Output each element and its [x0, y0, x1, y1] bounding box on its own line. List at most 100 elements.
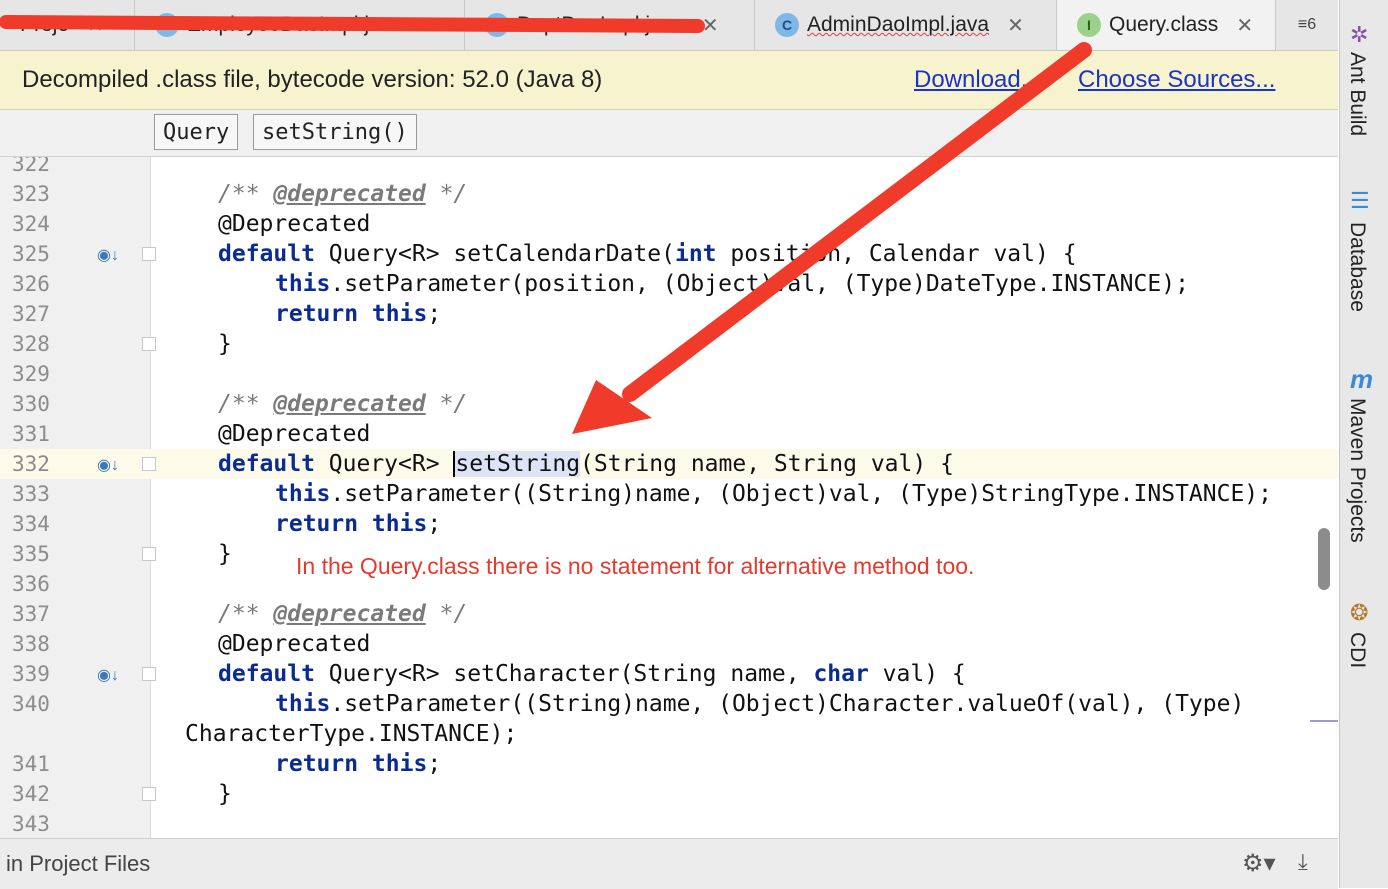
line-number: 329: [12, 362, 50, 386]
statement: this.setParameter(position, (Object)val,…: [275, 271, 1189, 297]
code-line: 338 @Deprecated: [0, 629, 1338, 659]
class-icon: C: [775, 13, 799, 37]
line-number: 338: [12, 632, 50, 656]
code-line: 341 return this;: [0, 749, 1338, 779]
tab-project[interactable]: Proje ✕: [0, 0, 135, 50]
code-line: 331 @Deprecated: [0, 419, 1338, 449]
choose-sources-link[interactable]: Choose Sources...: [1078, 66, 1275, 94]
code-line: 334 return this;: [0, 509, 1338, 539]
line-number: 333: [12, 482, 50, 506]
download-link[interactable]: Download...: [914, 66, 1041, 94]
line-number: 339: [12, 662, 50, 686]
line-number: 322: [12, 157, 50, 176]
gear-icon[interactable]: ⚙▾: [1242, 849, 1276, 878]
annotation: @Deprecated: [218, 421, 371, 447]
statement: this.setParameter((String)name, (Object)…: [275, 691, 1245, 717]
line-number: 323: [12, 182, 50, 206]
code-line: 340 this.setParameter((String)name, (Obj…: [0, 689, 1338, 719]
fold-icon[interactable]: [142, 247, 156, 261]
statement: return this;: [275, 301, 442, 327]
tool-window-strip: ✲ Ant Build ☰ Database m Maven Projects …: [1339, 0, 1388, 888]
code-line: 324 @Deprecated: [0, 209, 1338, 239]
fold-icon[interactable]: [142, 337, 156, 351]
code-line-wrapped: CharacterType.INSTANCE);: [0, 719, 1338, 749]
tab-query-class[interactable]: I Query.class ✕: [1057, 0, 1276, 50]
class-icon: C: [485, 13, 509, 37]
annotation: @Deprecated: [218, 631, 371, 657]
close-icon[interactable]: ✕: [421, 13, 438, 38]
line-number: 328: [12, 332, 50, 356]
tab-deptdaoimpl[interactable]: C DeptDaoImpl.java ✕: [465, 0, 755, 50]
implementing-method-icon[interactable]: ◉↓: [97, 245, 119, 265]
code-line-current: 332 ◉↓ default Query<R> setString(String…: [0, 449, 1338, 479]
download-icon[interactable]: ⤓: [1298, 849, 1308, 875]
close-icon[interactable]: ✕: [702, 13, 719, 38]
close-icon[interactable]: ✕: [1236, 13, 1253, 38]
code-line: 322: [0, 157, 1338, 179]
line-number: 332: [12, 452, 50, 476]
code-line: 327 return this;: [0, 299, 1338, 329]
tab-label: Query.class: [1109, 13, 1219, 36]
tab-employeedaoimpl[interactable]: C EmployeeDaoImpl.java ✕: [135, 0, 465, 50]
line-number: 342: [12, 782, 50, 806]
tab-label: EmployeeDaoImpl.java: [187, 13, 403, 36]
doc-comment: /** @deprecated */: [218, 181, 468, 207]
line-number: 326: [12, 272, 50, 296]
tab-admindaoimpl[interactable]: C AdminDaoImpl.java ✕: [755, 0, 1057, 50]
fold-icon[interactable]: [142, 667, 156, 681]
doc-comment: /** @deprecated */: [218, 601, 468, 627]
statement: this.setParameter((String)name, (Object)…: [275, 481, 1272, 507]
tool-window-cdi[interactable]: CDI: [1345, 632, 1369, 668]
line-number: 340: [12, 692, 50, 716]
cdi-icon: ❂: [1350, 600, 1369, 625]
code-line: 337 /** @deprecated */: [0, 599, 1338, 629]
line-number: 335: [12, 542, 50, 566]
ant-icon: ✲: [1350, 22, 1369, 47]
database-icon: ☰: [1350, 188, 1370, 213]
status-text: in Project Files: [6, 851, 151, 876]
breadcrumb-item-setstring[interactable]: setString(): [253, 114, 417, 150]
line-number: 343: [12, 812, 50, 836]
code-line: 323 /** @deprecated */: [0, 179, 1338, 209]
fold-icon[interactable]: [142, 457, 156, 471]
line-number: 337: [12, 602, 50, 626]
fold-icon[interactable]: [142, 787, 156, 801]
closing-brace: }: [218, 541, 232, 567]
code-line: 328 }: [0, 329, 1338, 359]
code-line: 325 ◉↓ default Query<R> setCalendarDate(…: [0, 239, 1338, 269]
tool-window-database[interactable]: Database: [1345, 222, 1369, 312]
annotation-note: In the Query.class there is no statement…: [296, 553, 975, 579]
code-line: 333 this.setParameter((String)name, (Obj…: [0, 479, 1338, 509]
close-icon[interactable]: ✕: [1007, 13, 1024, 38]
breadcrumb-item-query[interactable]: Query: [154, 114, 239, 150]
vertical-scrollbar[interactable]: [1318, 528, 1330, 590]
closing-brace: }: [218, 781, 232, 807]
tab-overflow-label: ≡6: [1297, 16, 1317, 33]
tab-overflow-button[interactable]: ≡6: [1276, 0, 1338, 50]
fold-icon[interactable]: [142, 547, 156, 561]
code-line: 342 }: [0, 779, 1338, 809]
code-line: 326 this.setParameter(position, (Object)…: [0, 269, 1338, 299]
code-line: 343: [0, 809, 1338, 838]
close-icon[interactable]: ✕: [87, 13, 104, 38]
line-number: 324: [12, 212, 50, 236]
statement-continuation: CharacterType.INSTANCE);: [185, 721, 518, 747]
doc-comment: /** @deprecated */: [218, 391, 468, 417]
status-bar: in Project Files ⚙▾ ⤓: [0, 838, 1338, 889]
tool-window-maven-projects[interactable]: Maven Projects: [1345, 398, 1369, 543]
line-number: 327: [12, 302, 50, 326]
implementing-method-icon[interactable]: ◉↓: [97, 665, 119, 685]
breadcrumb: Query setString(): [0, 110, 1338, 157]
banner-message: Decompiled .class file, bytecode version…: [22, 66, 603, 93]
decompiled-banner: Decompiled .class file, bytecode version…: [0, 51, 1338, 110]
method-signature: default Query<R> setCharacter(String nam…: [218, 661, 966, 687]
code-line: 339 ◉↓ default Query<R> setCharacter(Str…: [0, 659, 1338, 689]
class-icon: C: [155, 13, 179, 37]
tool-window-ant-build[interactable]: Ant Build: [1345, 52, 1369, 136]
tab-label: DeptDaoImpl.java: [517, 13, 684, 36]
code-line: 329: [0, 359, 1338, 389]
interface-icon: I: [1077, 13, 1101, 37]
code-line: 330 /** @deprecated */: [0, 389, 1338, 419]
implementing-method-icon[interactable]: ◉↓: [97, 455, 119, 475]
code-editor[interactable]: 322 323 /** @deprecated */ 324 @Deprecat…: [0, 157, 1338, 838]
